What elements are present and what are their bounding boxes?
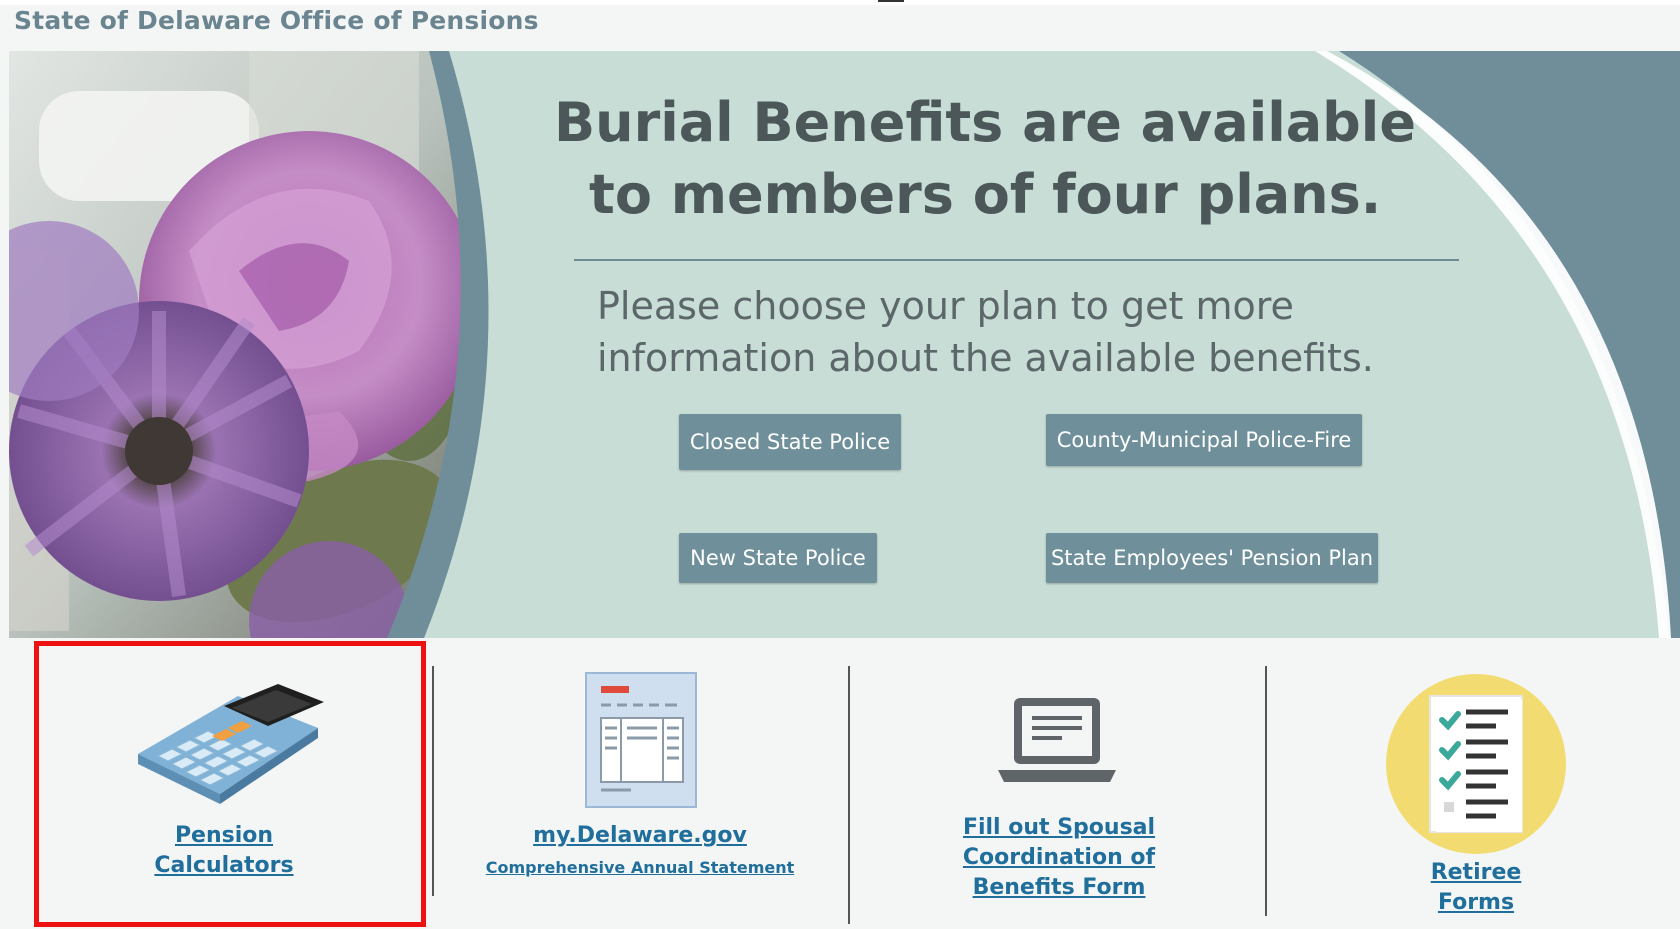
state-employees-pension-plan-button[interactable]: State Employees' Pension Plan: [1046, 533, 1378, 583]
retiree-forms-label-line2[interactable]: Forms: [1438, 890, 1514, 915]
tile-divider: [848, 666, 850, 924]
county-municipal-police-fire-button[interactable]: County-Municipal Police-Fire: [1046, 414, 1362, 466]
retiree-forms-label-line1[interactable]: Retiree: [1431, 860, 1522, 885]
tile-divider: [1265, 666, 1267, 916]
laptop-icon[interactable]: [998, 694, 1116, 786]
new-state-police-button[interactable]: New State Police: [679, 533, 877, 583]
my-delaware-gov-link[interactable]: my.Delaware.gov: [490, 821, 790, 851]
checklist-icon[interactable]: [1384, 672, 1568, 856]
top-marker: [878, 0, 904, 2]
highlight-box: [34, 641, 426, 927]
banner-subtext-line1: Please choose your plan to get more: [597, 284, 1294, 328]
banner-headline-line1: Burial Benefits are available: [554, 91, 1416, 154]
tile-divider: [432, 666, 434, 896]
comprehensive-annual-statement-link[interactable]: Comprehensive Annual Statement: [480, 858, 800, 877]
spousal-label-line2[interactable]: Coordination of: [963, 845, 1155, 870]
closed-state-police-button[interactable]: Closed State Police: [679, 414, 901, 470]
spousal-label-line1[interactable]: Fill out Spousal: [963, 815, 1155, 840]
spousal-coordination-form-link[interactable]: Fill out Spousal Coordination of Benefit…: [914, 813, 1204, 903]
banner-headline-line2: to members of four plans.: [589, 163, 1382, 226]
document-statement-icon[interactable]: [585, 672, 697, 808]
retiree-forms-link[interactable]: Retiree Forms: [1376, 858, 1576, 918]
site-title: State of Delaware Office of Pensions: [14, 6, 539, 35]
banner-divider: [574, 259, 1459, 261]
burial-benefits-banner: Burial Benefits are available to members…: [9, 51, 1680, 638]
top-strip: [0, 0, 1680, 5]
spousal-label-line3[interactable]: Benefits Form: [973, 875, 1146, 900]
banner-subtext-line2: information about the available benefits…: [597, 336, 1374, 380]
